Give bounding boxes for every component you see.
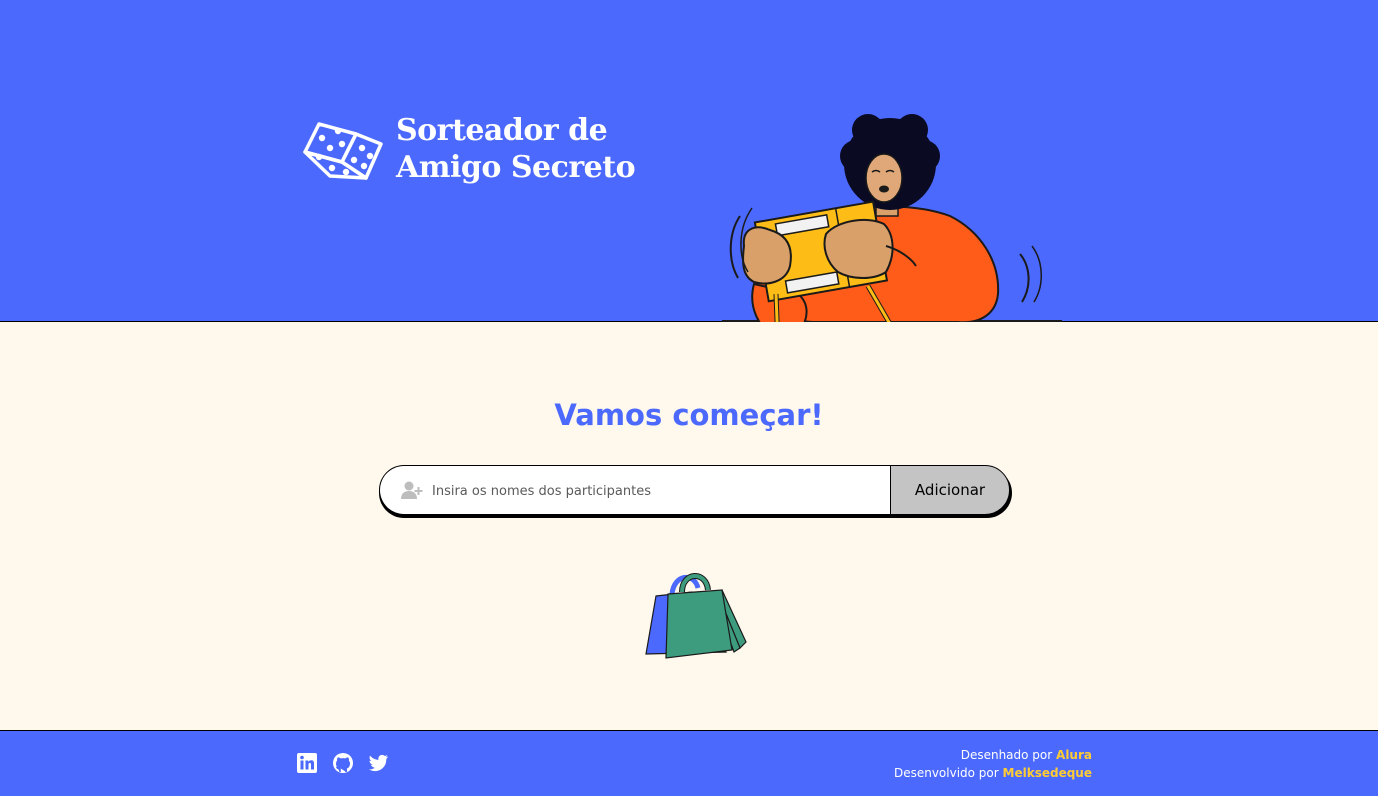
footer-credits: Desenhado por Alura Desenvolvido por Mel…: [894, 746, 1092, 782]
header: Sorteador de Amigo Secreto: [0, 0, 1378, 347]
add-button[interactable]: Adicionar: [890, 465, 1010, 515]
input-container: [379, 465, 893, 515]
developed-by-prefix: Desenvolvido por: [893, 766, 999, 780]
dice-icon: [303, 122, 383, 180]
twitter-icon[interactable]: [367, 752, 389, 774]
user-plus-icon: [401, 481, 423, 499]
add-participant-form: Adicionar: [379, 465, 1011, 516]
app-title: Sorteador de Amigo Secreto: [396, 112, 636, 186]
app-title-line2: Amigo Secreto: [396, 150, 636, 185]
app-logo: Sorteador de Amigo Secreto: [300, 112, 636, 192]
footer: Desenhado por Alura Desenvolvido por Mel…: [0, 730, 1378, 796]
app-title-line1: Sorteador de: [396, 113, 608, 148]
gift-bag-illustration: [645, 573, 747, 659]
main-content: Vamos começar! Adicionar: [0, 322, 1378, 730]
github-icon[interactable]: [332, 752, 354, 774]
developed-by-line: Desenvolvido por Melksedeque: [894, 764, 1092, 782]
person-with-gift-illustration: [722, 114, 1062, 347]
page-heading: Vamos começar!: [554, 398, 824, 432]
designed-by-prefix: Desenhado por: [960, 748, 1053, 762]
developed-by-link[interactable]: Melksedeque: [1003, 766, 1092, 780]
designed-by-link[interactable]: Alura: [1056, 748, 1092, 762]
designed-by-line: Desenhado por Alura: [894, 746, 1092, 764]
linkedin-icon[interactable]: [296, 752, 318, 774]
participant-name-input[interactable]: [430, 478, 870, 504]
